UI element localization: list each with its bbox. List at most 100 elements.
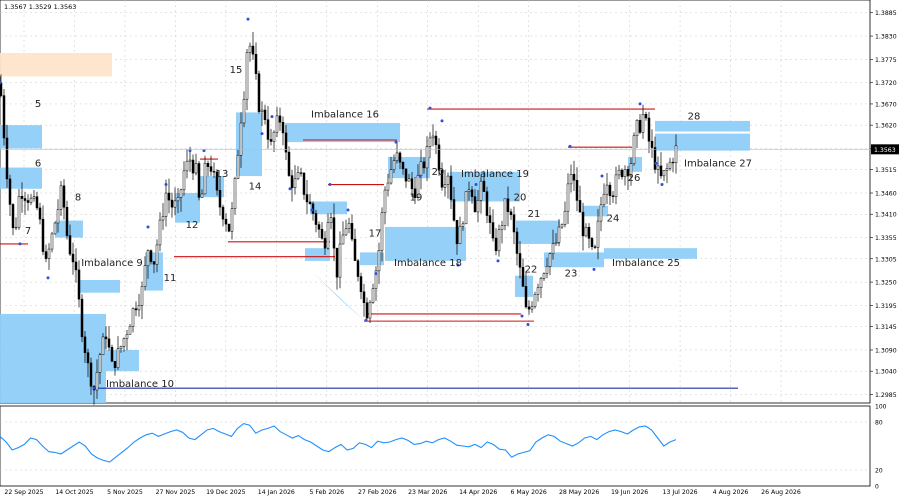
price-tick-label: 1.3305	[875, 256, 897, 263]
candle-body	[557, 226, 561, 243]
price-tick-label: 1.2985	[875, 392, 897, 399]
candle-body	[332, 217, 336, 249]
candle-body	[11, 204, 15, 229]
chart-annotation-label: 15	[230, 65, 243, 76]
candle-body	[422, 161, 426, 169]
pivot-dot	[654, 161, 658, 165]
candle-body	[314, 213, 318, 225]
price-tick-label: 1.3620	[875, 123, 897, 130]
candle-body	[395, 152, 399, 161]
chart-canvas[interactable]: 5 6 7 8 Imbalance 9 Imbalance 10 11 12 13 14 15 Imb…	[0, 0, 900, 500]
candle-body	[578, 200, 582, 213]
candle-body	[449, 175, 453, 200]
time-tick-label: 14 Apr 2026	[459, 489, 497, 496]
price-tick-label: 1.3410	[875, 212, 897, 219]
candle-body	[443, 184, 447, 188]
candle-body	[452, 199, 456, 221]
candle-body	[191, 159, 195, 174]
candle-body	[248, 45, 252, 53]
pivot-dot	[568, 144, 572, 148]
candle-body	[431, 135, 435, 139]
candle-body	[305, 194, 309, 203]
candle-body	[275, 115, 279, 133]
candle-body	[14, 226, 18, 229]
candle-body	[260, 109, 264, 112]
candle-body	[335, 247, 339, 278]
imbalance-zone	[516, 220, 560, 244]
candle-body	[377, 250, 381, 272]
chart-annotation-label: 20	[514, 192, 527, 203]
price-tick-label: 1.3195	[875, 303, 897, 310]
candle-body	[581, 211, 585, 237]
candle-body	[203, 163, 207, 195]
candle-body	[83, 336, 87, 353]
candle-body	[356, 260, 360, 277]
oscillator-tick-label: 100	[875, 404, 887, 411]
candle-body	[398, 152, 402, 163]
candle-body	[221, 206, 225, 220]
candle-body	[560, 224, 564, 228]
candle-body	[59, 185, 63, 210]
imbalance-zone	[285, 123, 400, 143]
candle-body	[269, 139, 273, 142]
candle-body	[32, 196, 36, 199]
candle-body	[218, 189, 222, 208]
price-tick-label: 1.3515	[875, 167, 897, 174]
candle-body	[470, 189, 474, 197]
candle-body	[125, 334, 129, 339]
candle-body	[611, 195, 615, 197]
candle-body	[596, 220, 600, 248]
chart-annotation-label: 23	[565, 269, 578, 280]
candle-body	[590, 238, 594, 247]
chart-annotation-label: 24	[607, 213, 620, 224]
candle-body	[2, 95, 6, 139]
candle-body	[206, 163, 210, 167]
candle-body	[407, 178, 411, 182]
candle-body	[485, 191, 489, 216]
candle-body	[656, 165, 660, 170]
price-tick-label: 1.3830	[875, 34, 897, 41]
candle-body	[56, 209, 60, 224]
pivot-dot	[18, 242, 22, 246]
time-tick-label: 14 Oct 2025	[55, 489, 93, 496]
candle-body	[146, 250, 150, 266]
candle-body	[272, 131, 276, 142]
candle-body	[425, 146, 429, 169]
pivot-dot	[92, 386, 96, 390]
candle-body	[47, 248, 51, 259]
candle-body	[95, 372, 99, 391]
candle-body	[29, 197, 33, 203]
candle-body	[671, 161, 675, 164]
chart-annotation-label: 7	[25, 226, 31, 237]
pivot-dot	[638, 102, 642, 106]
imbalance-zone	[360, 252, 384, 266]
candle-body	[461, 223, 465, 227]
candle-body	[17, 195, 21, 228]
candle-body	[62, 185, 66, 208]
price-tick-label: 1.3885	[875, 10, 897, 17]
candle-body	[224, 218, 228, 225]
candle-body	[617, 169, 621, 176]
candle-body	[50, 233, 54, 250]
chart-annotation-label: Imbalance 19	[461, 169, 529, 180]
candle-body	[41, 218, 45, 252]
candle-body	[341, 234, 345, 245]
candle-body	[542, 273, 546, 279]
candle-body	[635, 120, 639, 137]
candle-body	[329, 217, 333, 223]
candle-body	[455, 219, 459, 245]
price-tick-label: 1.3090	[875, 347, 897, 354]
candle-body	[161, 216, 165, 221]
candle-body	[338, 243, 342, 278]
candle-body	[299, 172, 303, 174]
candle-body	[593, 246, 597, 248]
pivot-dot	[146, 225, 150, 229]
candle-body	[551, 243, 555, 254]
candle-body	[641, 114, 645, 133]
candle-body	[320, 229, 324, 239]
candle-body	[38, 207, 42, 220]
pivot-dot	[364, 318, 368, 322]
candle-body	[347, 223, 351, 230]
candle-body	[77, 269, 81, 300]
candle-body	[458, 226, 462, 245]
